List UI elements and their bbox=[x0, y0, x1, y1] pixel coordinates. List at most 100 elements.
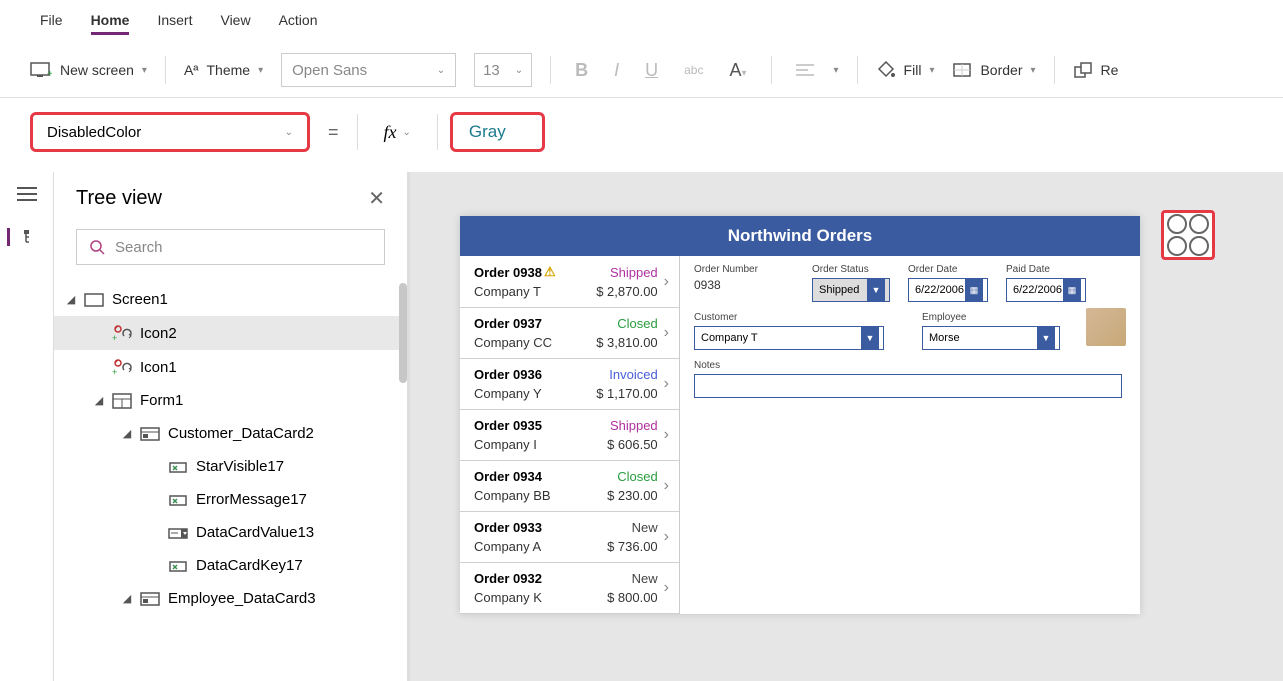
hamburger-icon[interactable] bbox=[16, 186, 38, 202]
border-button[interactable]: Border ▾ bbox=[952, 62, 1035, 78]
notes-input[interactable] bbox=[694, 374, 1122, 398]
theme-icon: Aª bbox=[184, 62, 199, 78]
tree-node[interactable]: ◢ Screen1 bbox=[54, 283, 399, 316]
order-item[interactable]: Order 0938⚠Company TShipped$ 2,870.00› bbox=[460, 256, 679, 308]
reorder-icon bbox=[1073, 61, 1093, 79]
formula-bar: DisabledColor ⌄ = fx ⌄ Gray bbox=[0, 98, 1283, 172]
order-status: Closed bbox=[596, 316, 657, 331]
chevron-down-icon: ▼ bbox=[867, 279, 885, 301]
collapse-icon[interactable]: ◢ bbox=[122, 592, 132, 605]
chevron-right-icon: › bbox=[664, 375, 669, 393]
chevron-down-icon: ▾ bbox=[834, 65, 839, 76]
tree-node[interactable]: ErrorMessage17 bbox=[54, 483, 399, 516]
order-id: Order 0935 bbox=[474, 418, 542, 433]
reorder-button[interactable]: Re bbox=[1073, 61, 1119, 79]
form-icon bbox=[112, 393, 132, 409]
sync-icon: + bbox=[112, 324, 132, 342]
tree-node[interactable]: DataCardKey17 bbox=[54, 549, 399, 582]
formula-input[interactable]: Gray bbox=[450, 112, 545, 152]
font-color-button[interactable]: A▾ bbox=[723, 60, 752, 81]
chevron-right-icon: › bbox=[664, 528, 669, 546]
order-item[interactable]: Order 0936Company YInvoiced$ 1,170.00› bbox=[460, 359, 679, 410]
align-button[interactable] bbox=[790, 63, 820, 77]
order-item[interactable]: Order 0937Company CCClosed$ 3,810.00› bbox=[460, 308, 679, 359]
font-size-select[interactable]: 13 ⌄ bbox=[474, 53, 532, 87]
order-item[interactable]: Order 0932Company KNew$ 800.00› bbox=[460, 563, 679, 614]
employee-select[interactable]: Morse ▼ bbox=[922, 326, 1060, 350]
collapse-icon[interactable]: ◢ bbox=[122, 427, 132, 440]
tree-node[interactable]: ◢Employee_DataCard3 bbox=[54, 582, 399, 615]
scrollbar-thumb[interactable] bbox=[399, 283, 407, 383]
chevron-right-icon: › bbox=[664, 273, 669, 291]
menu-insert[interactable]: Insert bbox=[157, 8, 192, 35]
fill-button[interactable]: Fill ▾ bbox=[876, 61, 935, 79]
notes-label: Notes bbox=[694, 360, 1126, 371]
menu-home[interactable]: Home bbox=[91, 8, 130, 35]
tree-node[interactable]: ◢Form1 bbox=[54, 384, 399, 417]
chevron-right-icon: › bbox=[664, 579, 669, 597]
border-icon bbox=[952, 62, 972, 78]
underline-button[interactable]: U bbox=[639, 60, 664, 81]
menu-action[interactable]: Action bbox=[279, 8, 318, 35]
theme-button[interactable]: Aª Theme ▾ bbox=[184, 62, 263, 78]
order-date-input[interactable]: 6/22/2006 ▦ bbox=[908, 278, 988, 302]
tree-node-label: Icon2 bbox=[140, 325, 177, 342]
order-item[interactable]: Order 0933Company ANew$ 736.00› bbox=[460, 512, 679, 563]
bold-button[interactable]: B bbox=[569, 60, 594, 81]
fx-button[interactable]: fx ⌄ bbox=[370, 112, 425, 152]
collapse-icon[interactable]: ◢ bbox=[94, 394, 104, 407]
tree-node[interactable]: +Icon1 bbox=[54, 350, 399, 384]
equals-sign: = bbox=[328, 122, 339, 143]
italic-button[interactable]: I bbox=[608, 60, 625, 81]
chevron-down-icon: ▾ bbox=[258, 65, 263, 76]
order-list: Order 0938⚠Company TShipped$ 2,870.00›Or… bbox=[460, 256, 680, 614]
menu-view[interactable]: View bbox=[220, 8, 250, 35]
order-amount: $ 1,170.00 bbox=[596, 386, 657, 401]
chevron-right-icon: › bbox=[664, 426, 669, 444]
property-select[interactable]: DisabledColor ⌄ bbox=[30, 112, 310, 152]
order-id: Order 0932 bbox=[474, 571, 542, 586]
search-input[interactable]: Search bbox=[76, 229, 385, 265]
order-date-label: Order Date bbox=[908, 264, 988, 275]
customer-select[interactable]: Company T ▼ bbox=[694, 326, 884, 350]
new-screen-label: New screen bbox=[60, 62, 134, 78]
paid-date-label: Paid Date bbox=[1006, 264, 1086, 275]
tree: ◢ Screen1 + Icon2 +Icon1◢Form1◢Customer_Data… bbox=[54, 283, 407, 681]
canvas: Northwind Orders Order 0938⚠Company TShi… bbox=[410, 172, 1283, 681]
order-company: Company A bbox=[474, 539, 542, 554]
order-item[interactable]: Order 0935Company IShipped$ 606.50› bbox=[460, 410, 679, 461]
tree-node-label: Icon1 bbox=[140, 359, 177, 376]
border-label: Border bbox=[980, 62, 1022, 78]
screen-icon bbox=[84, 293, 104, 307]
tree-node[interactable]: StarVisible17 bbox=[54, 450, 399, 483]
order-company: Company Y bbox=[474, 386, 542, 401]
dropdown-icon bbox=[168, 526, 188, 540]
tree-view-title: Tree view bbox=[76, 187, 162, 210]
sync-icon-selected[interactable] bbox=[1161, 210, 1215, 260]
font-select[interactable]: Open Sans ⌄ bbox=[281, 53, 456, 87]
tree-view-icon[interactable] bbox=[7, 228, 29, 246]
order-status-select[interactable]: Shipped ▼ bbox=[812, 278, 890, 302]
order-status: New bbox=[607, 520, 658, 535]
search-icon bbox=[89, 239, 105, 255]
order-status: Closed bbox=[607, 469, 658, 484]
tree-node[interactable]: DataCardValue13 bbox=[54, 516, 399, 549]
left-rail bbox=[0, 172, 54, 681]
collapse-icon[interactable]: ◢ bbox=[66, 293, 76, 306]
tree-node[interactable]: ◢Customer_DataCard2 bbox=[54, 417, 399, 450]
paid-date-input[interactable]: 6/22/2006 ▦ bbox=[1006, 278, 1086, 302]
warning-icon: ⚠ bbox=[544, 264, 556, 280]
tree-node[interactable]: + Icon2 bbox=[54, 316, 399, 350]
order-company: Company BB bbox=[474, 488, 551, 503]
svg-text:+: + bbox=[47, 69, 52, 78]
tree-node-label: Screen1 bbox=[112, 291, 168, 308]
strikethrough-button[interactable]: abc bbox=[678, 63, 709, 77]
employee-label: Employee bbox=[922, 312, 1060, 323]
new-screen-button[interactable]: + New screen ▾ bbox=[30, 62, 147, 78]
menu-file[interactable]: File bbox=[40, 8, 63, 35]
order-company: Company I bbox=[474, 437, 542, 452]
order-status-label: Order Status bbox=[812, 264, 890, 275]
close-icon[interactable]: ✕ bbox=[368, 186, 385, 211]
order-item[interactable]: Order 0934Company BBClosed$ 230.00› bbox=[460, 461, 679, 512]
tree-node-label: StarVisible17 bbox=[196, 458, 284, 475]
